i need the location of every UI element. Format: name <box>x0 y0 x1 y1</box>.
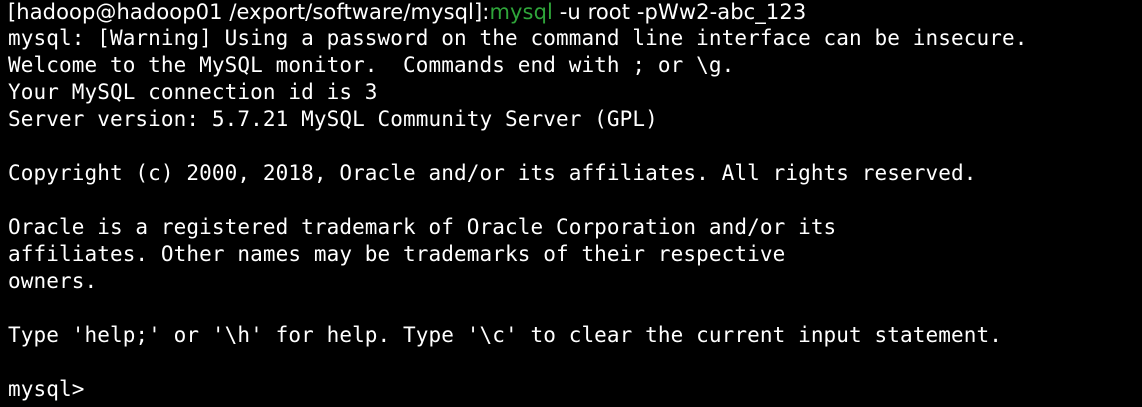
output-line: mysql: [Warning] Using a password on the… <box>8 26 1028 50</box>
command-name: mysql <box>489 0 553 24</box>
output-line: affiliates. Other names may be trademark… <box>8 242 786 266</box>
command-args: -u root -pWw2-abc_123 <box>552 0 807 24</box>
output-line: Server version: 5.7.21 MySQL Community S… <box>8 107 658 131</box>
mysql-prompt-line[interactable]: mysql> <box>8 376 1142 403</box>
shell-prompt: [hadoop@hadoop01 /export/software/mysql]… <box>8 0 490 24</box>
output-line: owners. <box>8 269 98 293</box>
output-line: Your MySQL connection id is 3 <box>8 80 378 104</box>
output-line: Welcome to the MySQL monitor. Commands e… <box>8 53 735 77</box>
output-line: Oracle is a registered trademark of Orac… <box>8 215 837 239</box>
output-line: Copyright (c) 2000, 2018, Oracle and/or … <box>8 161 977 185</box>
mysql-prompt: mysql> <box>8 377 85 401</box>
shell-prompt-line: [hadoop@hadoop01 /export/software/mysql]… <box>8 0 1142 25</box>
output-line: Type 'help;' or '\h' for help. Type '\c'… <box>8 323 1002 347</box>
terminal-window[interactable]: [hadoop@hadoop01 /export/software/mysql]… <box>0 0 1142 407</box>
